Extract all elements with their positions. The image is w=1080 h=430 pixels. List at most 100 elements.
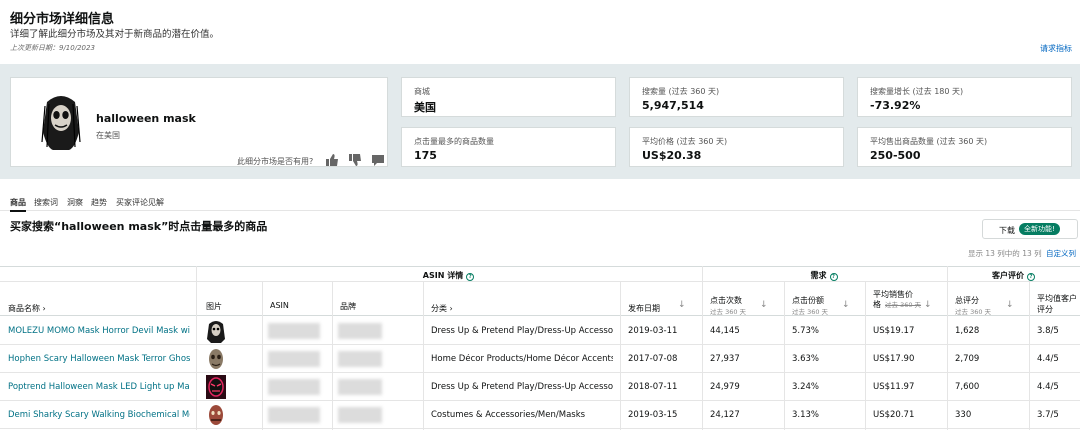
metric-marketplace: 商城 美国 bbox=[401, 77, 616, 117]
category-cell: Home Décor Products/Home Décor Accents/D… bbox=[431, 354, 613, 364]
tab-insights[interactable]: 洞察 bbox=[67, 197, 83, 208]
col-product-name[interactable]: 商品名称 › bbox=[8, 303, 46, 314]
launch-date-cell: 2019-03-15 bbox=[628, 410, 678, 420]
table-row: Demi Sharky Scary Walking Biochemical Mo… bbox=[0, 401, 1080, 429]
table-row: MOLEZU MOMO Mask Horror Devil Mask with … bbox=[0, 317, 1080, 345]
tab-products[interactable]: 商品 bbox=[10, 197, 26, 212]
tab-search-terms[interactable]: 搜索词 bbox=[34, 197, 58, 208]
clicks-cell: 44,145 bbox=[710, 326, 740, 336]
metric-value: 5,947,514 bbox=[642, 99, 704, 112]
product-name-link[interactable]: Poptrend Halloween Mask LED Light up Mas… bbox=[8, 382, 190, 392]
metric-search-growth: 搜索量增长 (过去 180 天) -73.92% bbox=[857, 77, 1072, 117]
clicks-cell: 24,127 bbox=[710, 410, 740, 420]
chevron-right-icon: › bbox=[449, 304, 453, 313]
keyword-card: halloween mask 在美国 此细分市场是否有用? bbox=[10, 77, 388, 167]
avg-price-cell: US$11.97 bbox=[873, 382, 915, 392]
product-name-link[interactable]: MOLEZU MOMO Mask Horror Devil Mask with … bbox=[8, 326, 190, 336]
thumbs-down-icon[interactable] bbox=[348, 154, 362, 166]
total-reviews-cell: 2,709 bbox=[955, 354, 980, 364]
clicks-cell: 27,937 bbox=[710, 354, 740, 364]
tab-bar: 商品 搜索词 洞察 趋势 买家评论见解 bbox=[0, 195, 1080, 212]
col-brand: 品牌 bbox=[340, 302, 356, 311]
avg-rating-cell: 3.7/5 bbox=[1037, 410, 1059, 420]
tab-trends[interactable]: 趋势 bbox=[91, 197, 107, 208]
avg-price-cell: US$19.17 bbox=[873, 326, 915, 336]
metric-label: 平均售出商品数量 (过去 360 天) bbox=[870, 137, 988, 146]
download-button[interactable]: 下载 全新功能! bbox=[982, 219, 1078, 239]
col-avg-rating-line2: 评分 bbox=[1037, 305, 1053, 314]
table-column-header: 商品名称 › 图片 ASIN 品牌 分类 › 发布日期 ↓ 点击次数 过去 36… bbox=[0, 282, 1080, 316]
info-icon[interactable]: ? bbox=[466, 273, 475, 281]
category-cell: Costumes & Accessories/Men/Masks bbox=[431, 410, 586, 420]
comment-icon[interactable] bbox=[371, 154, 385, 166]
metric-value: US$20.38 bbox=[642, 149, 702, 162]
new-feature-badge: 全新功能! bbox=[1019, 223, 1060, 235]
metric-top-clicked: 点击量最多的商品数量 175 bbox=[401, 127, 616, 167]
metric-value: -73.92% bbox=[870, 99, 921, 112]
table-group-header: ASIN 详情? 需求? 客户评价? bbox=[0, 266, 1080, 282]
info-icon[interactable]: ? bbox=[829, 273, 838, 281]
metric-label: 搜索量 (过去 360 天) bbox=[642, 87, 720, 96]
thumbs-up-icon[interactable] bbox=[325, 154, 339, 166]
total-reviews-cell: 1,628 bbox=[955, 326, 980, 336]
avg-price-cell: US$20.71 bbox=[873, 410, 915, 420]
total-reviews-cell: 7,600 bbox=[955, 382, 980, 392]
col-category[interactable]: 分类 › bbox=[431, 303, 453, 314]
metric-label: 平均价格 (过去 360 天) bbox=[642, 137, 728, 146]
col-price-period: 过去 360 天 bbox=[885, 301, 922, 309]
sort-down-icon[interactable]: ↓ bbox=[842, 300, 850, 310]
launch-date-cell: 2017-07-08 bbox=[628, 354, 678, 364]
click-share-cell: 5.73% bbox=[792, 326, 820, 336]
click-share-cell: 3.24% bbox=[792, 382, 820, 392]
metric-label: 点击量最多的商品数量 bbox=[414, 137, 494, 146]
col-reviews-period: 过去 360 天 bbox=[955, 308, 992, 316]
group-label: 客户评价 bbox=[992, 271, 1024, 280]
metric-value: 175 bbox=[414, 149, 437, 162]
keyword-title: halloween mask bbox=[96, 112, 196, 125]
tab-review-insights[interactable]: 买家评论见解 bbox=[116, 197, 164, 208]
avg-price-cell: US$17.90 bbox=[873, 354, 915, 364]
sort-down-icon[interactable]: ↓ bbox=[1006, 300, 1014, 310]
monster-mask-thumbnail[interactable] bbox=[206, 403, 226, 427]
metric-search-volume: 搜索量 (过去 360 天) 5,947,514 bbox=[629, 77, 844, 117]
momo-mask-thumbnail[interactable] bbox=[206, 319, 226, 343]
table-row: Hophen Scary Halloween Mask Terror Ghost… bbox=[0, 345, 1080, 373]
customize-columns-link[interactable]: 自定义列 bbox=[1046, 248, 1076, 259]
col-total-reviews[interactable]: 总评分 bbox=[955, 295, 979, 306]
col-clicks[interactable]: 点击次数 bbox=[710, 295, 742, 306]
avg-rating-cell: 3.8/5 bbox=[1037, 326, 1059, 336]
col-click-share[interactable]: 点击份额 bbox=[792, 295, 824, 306]
info-icon[interactable]: ? bbox=[1027, 273, 1035, 281]
col-avg-rating[interactable]: 平均值客户 bbox=[1037, 293, 1077, 304]
summary-panel: halloween mask 在美国 此细分市场是否有用? 商城 美国 搜索量 … bbox=[0, 64, 1080, 179]
led-mask-thumbnail[interactable] bbox=[206, 375, 226, 399]
asin-redacted bbox=[268, 323, 320, 339]
sort-down-icon[interactable]: ↓ bbox=[760, 300, 768, 310]
request-metrics-link[interactable]: 请求指标 bbox=[1040, 43, 1072, 54]
brand-redacted bbox=[338, 379, 382, 395]
section-title: 买家搜索“halloween mask”时点击量最多的商品 bbox=[10, 220, 268, 233]
useful-question: 此细分市场是否有用? bbox=[237, 157, 314, 166]
col-image: 图片 bbox=[206, 302, 222, 311]
sort-down-icon[interactable]: ↓ bbox=[924, 300, 932, 310]
page-title: 细分市场详细信息 bbox=[10, 12, 115, 27]
launch-date-cell: 2018-07-11 bbox=[628, 382, 678, 392]
clicks-cell: 24,979 bbox=[710, 382, 740, 392]
product-name-link[interactable]: Demi Sharky Scary Walking Biochemical Mo… bbox=[8, 410, 190, 420]
col-label: 商品名称 bbox=[8, 304, 40, 313]
table-row: Poptrend Halloween Mask LED Light up Mas… bbox=[0, 373, 1080, 401]
asin-redacted bbox=[268, 407, 320, 423]
last-updated: 上次更新日期：9/10/2023 bbox=[10, 44, 95, 52]
ghost-mask-thumbnail[interactable] bbox=[206, 347, 226, 371]
asin-redacted bbox=[268, 351, 320, 367]
group-asin-details: ASIN 详情? bbox=[196, 270, 701, 281]
asin-redacted bbox=[268, 379, 320, 395]
col-avg-price-line2: 格 bbox=[873, 300, 881, 309]
sort-down-icon[interactable]: ↓ bbox=[678, 300, 686, 310]
group-label: ASIN 详情 bbox=[422, 271, 464, 280]
col-launch-date[interactable]: 发布日期 bbox=[628, 303, 660, 314]
group-label: 需求 bbox=[810, 271, 827, 280]
product-name-link[interactable]: Hophen Scary Halloween Mask Terror Ghost… bbox=[8, 354, 190, 364]
click-share-cell: 3.13% bbox=[792, 410, 820, 420]
brand-redacted bbox=[338, 407, 382, 423]
